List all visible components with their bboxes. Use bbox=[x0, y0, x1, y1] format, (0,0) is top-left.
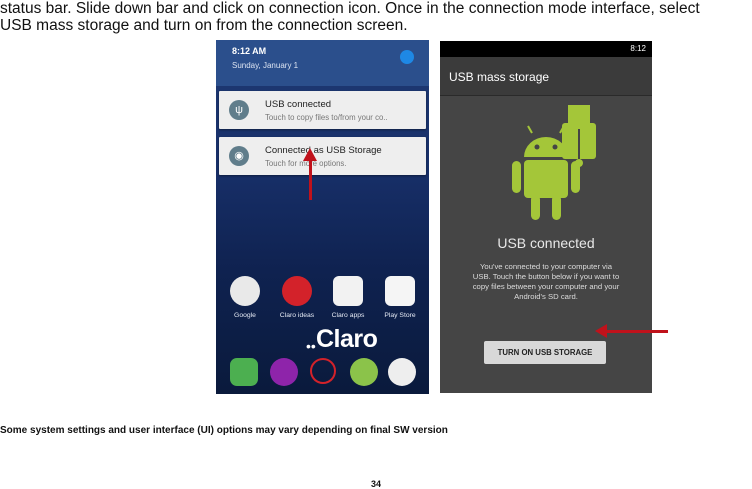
description-line: copy files between your computer and you… bbox=[472, 282, 620, 291]
turn-on-usb-storage-button[interactable]: TURN ON USB STORAGE bbox=[484, 341, 606, 364]
messaging-icon[interactable] bbox=[350, 358, 378, 386]
arrow-up bbox=[309, 158, 312, 200]
claro-logo-dots: •• bbox=[306, 338, 316, 354]
status-bar: 8:12 bbox=[440, 41, 652, 57]
account-icon[interactable] bbox=[400, 50, 414, 64]
browser-icon[interactable] bbox=[270, 358, 298, 386]
usb-description: You've connected to your computer via US… bbox=[454, 262, 638, 302]
notification-usb-storage[interactable]: ◉ Connected as USB Storage Touch for mor… bbox=[219, 137, 426, 175]
shade-time: 8:12 AM bbox=[232, 46, 267, 56]
notification-title: USB connected bbox=[265, 99, 332, 110]
action-bar: USB mass storage bbox=[440, 57, 652, 96]
app-label: Claro ideas bbox=[279, 312, 315, 319]
notification-usb-connected[interactable]: ψ USB connected Touch to copy files to/f… bbox=[219, 91, 426, 129]
home-app-row: Google Claro ideas Claro apps Play Store bbox=[216, 276, 429, 326]
play-store-icon bbox=[385, 276, 415, 306]
claro-ideas-icon bbox=[282, 276, 312, 306]
description-line: You've connected to your computer via bbox=[480, 262, 612, 271]
app-claro-ideas[interactable]: Claro ideas bbox=[273, 276, 321, 319]
claro-apps-icon bbox=[333, 276, 363, 306]
description-line: USB. Touch the button below if you want … bbox=[472, 272, 620, 281]
app-label: Claro apps bbox=[331, 312, 365, 319]
phone-icon[interactable] bbox=[230, 358, 258, 386]
home-dock bbox=[216, 354, 429, 390]
instruction-line-1: status bar. Slide down bar and click on … bbox=[0, 0, 700, 17]
app-google[interactable]: Google bbox=[221, 276, 269, 319]
google-icon bbox=[230, 276, 260, 306]
screen-title: USB mass storage bbox=[449, 70, 550, 84]
instruction-line-2: USB mass storage and turn on from the co… bbox=[0, 17, 408, 34]
app-claro-apps[interactable]: Claro apps bbox=[324, 276, 372, 319]
android-icon: ◉ bbox=[229, 146, 249, 166]
app-label: Google bbox=[234, 312, 256, 319]
app-label: Play Store bbox=[384, 312, 416, 319]
claro-icon[interactable] bbox=[310, 358, 336, 384]
app-drawer-icon[interactable] bbox=[388, 358, 416, 386]
notification-shade-screenshot: 8:12 AM Sunday, January 1 ψ USB connecte… bbox=[216, 40, 429, 394]
footnote: Some system settings and user interface … bbox=[0, 425, 448, 436]
usb-mass-storage-screenshot: 8:12 USB mass storage USB connected You'… bbox=[440, 41, 652, 393]
notification-title: Connected as USB Storage bbox=[265, 145, 382, 156]
usb-connected-title: USB connected bbox=[497, 235, 595, 251]
claro-logo: Claro bbox=[316, 325, 378, 353]
notification-subtitle: Touch to copy files to/from your co.. bbox=[265, 113, 388, 122]
description-line: Android's SD card. bbox=[514, 292, 578, 301]
shade-date: Sunday, January 1 bbox=[232, 61, 299, 70]
status-time: 8:12 bbox=[630, 44, 646, 53]
arrow-left bbox=[603, 330, 668, 333]
usb-icon: ψ bbox=[229, 100, 249, 120]
instruction-paragraph: status bar. Slide down bar and click on … bbox=[0, 0, 752, 34]
android-usb-icon bbox=[512, 105, 596, 220]
quick-settings-header: 8:12 AM Sunday, January 1 bbox=[216, 40, 429, 86]
app-play-store[interactable]: Play Store bbox=[376, 276, 424, 319]
arrow-left-head bbox=[595, 324, 607, 338]
